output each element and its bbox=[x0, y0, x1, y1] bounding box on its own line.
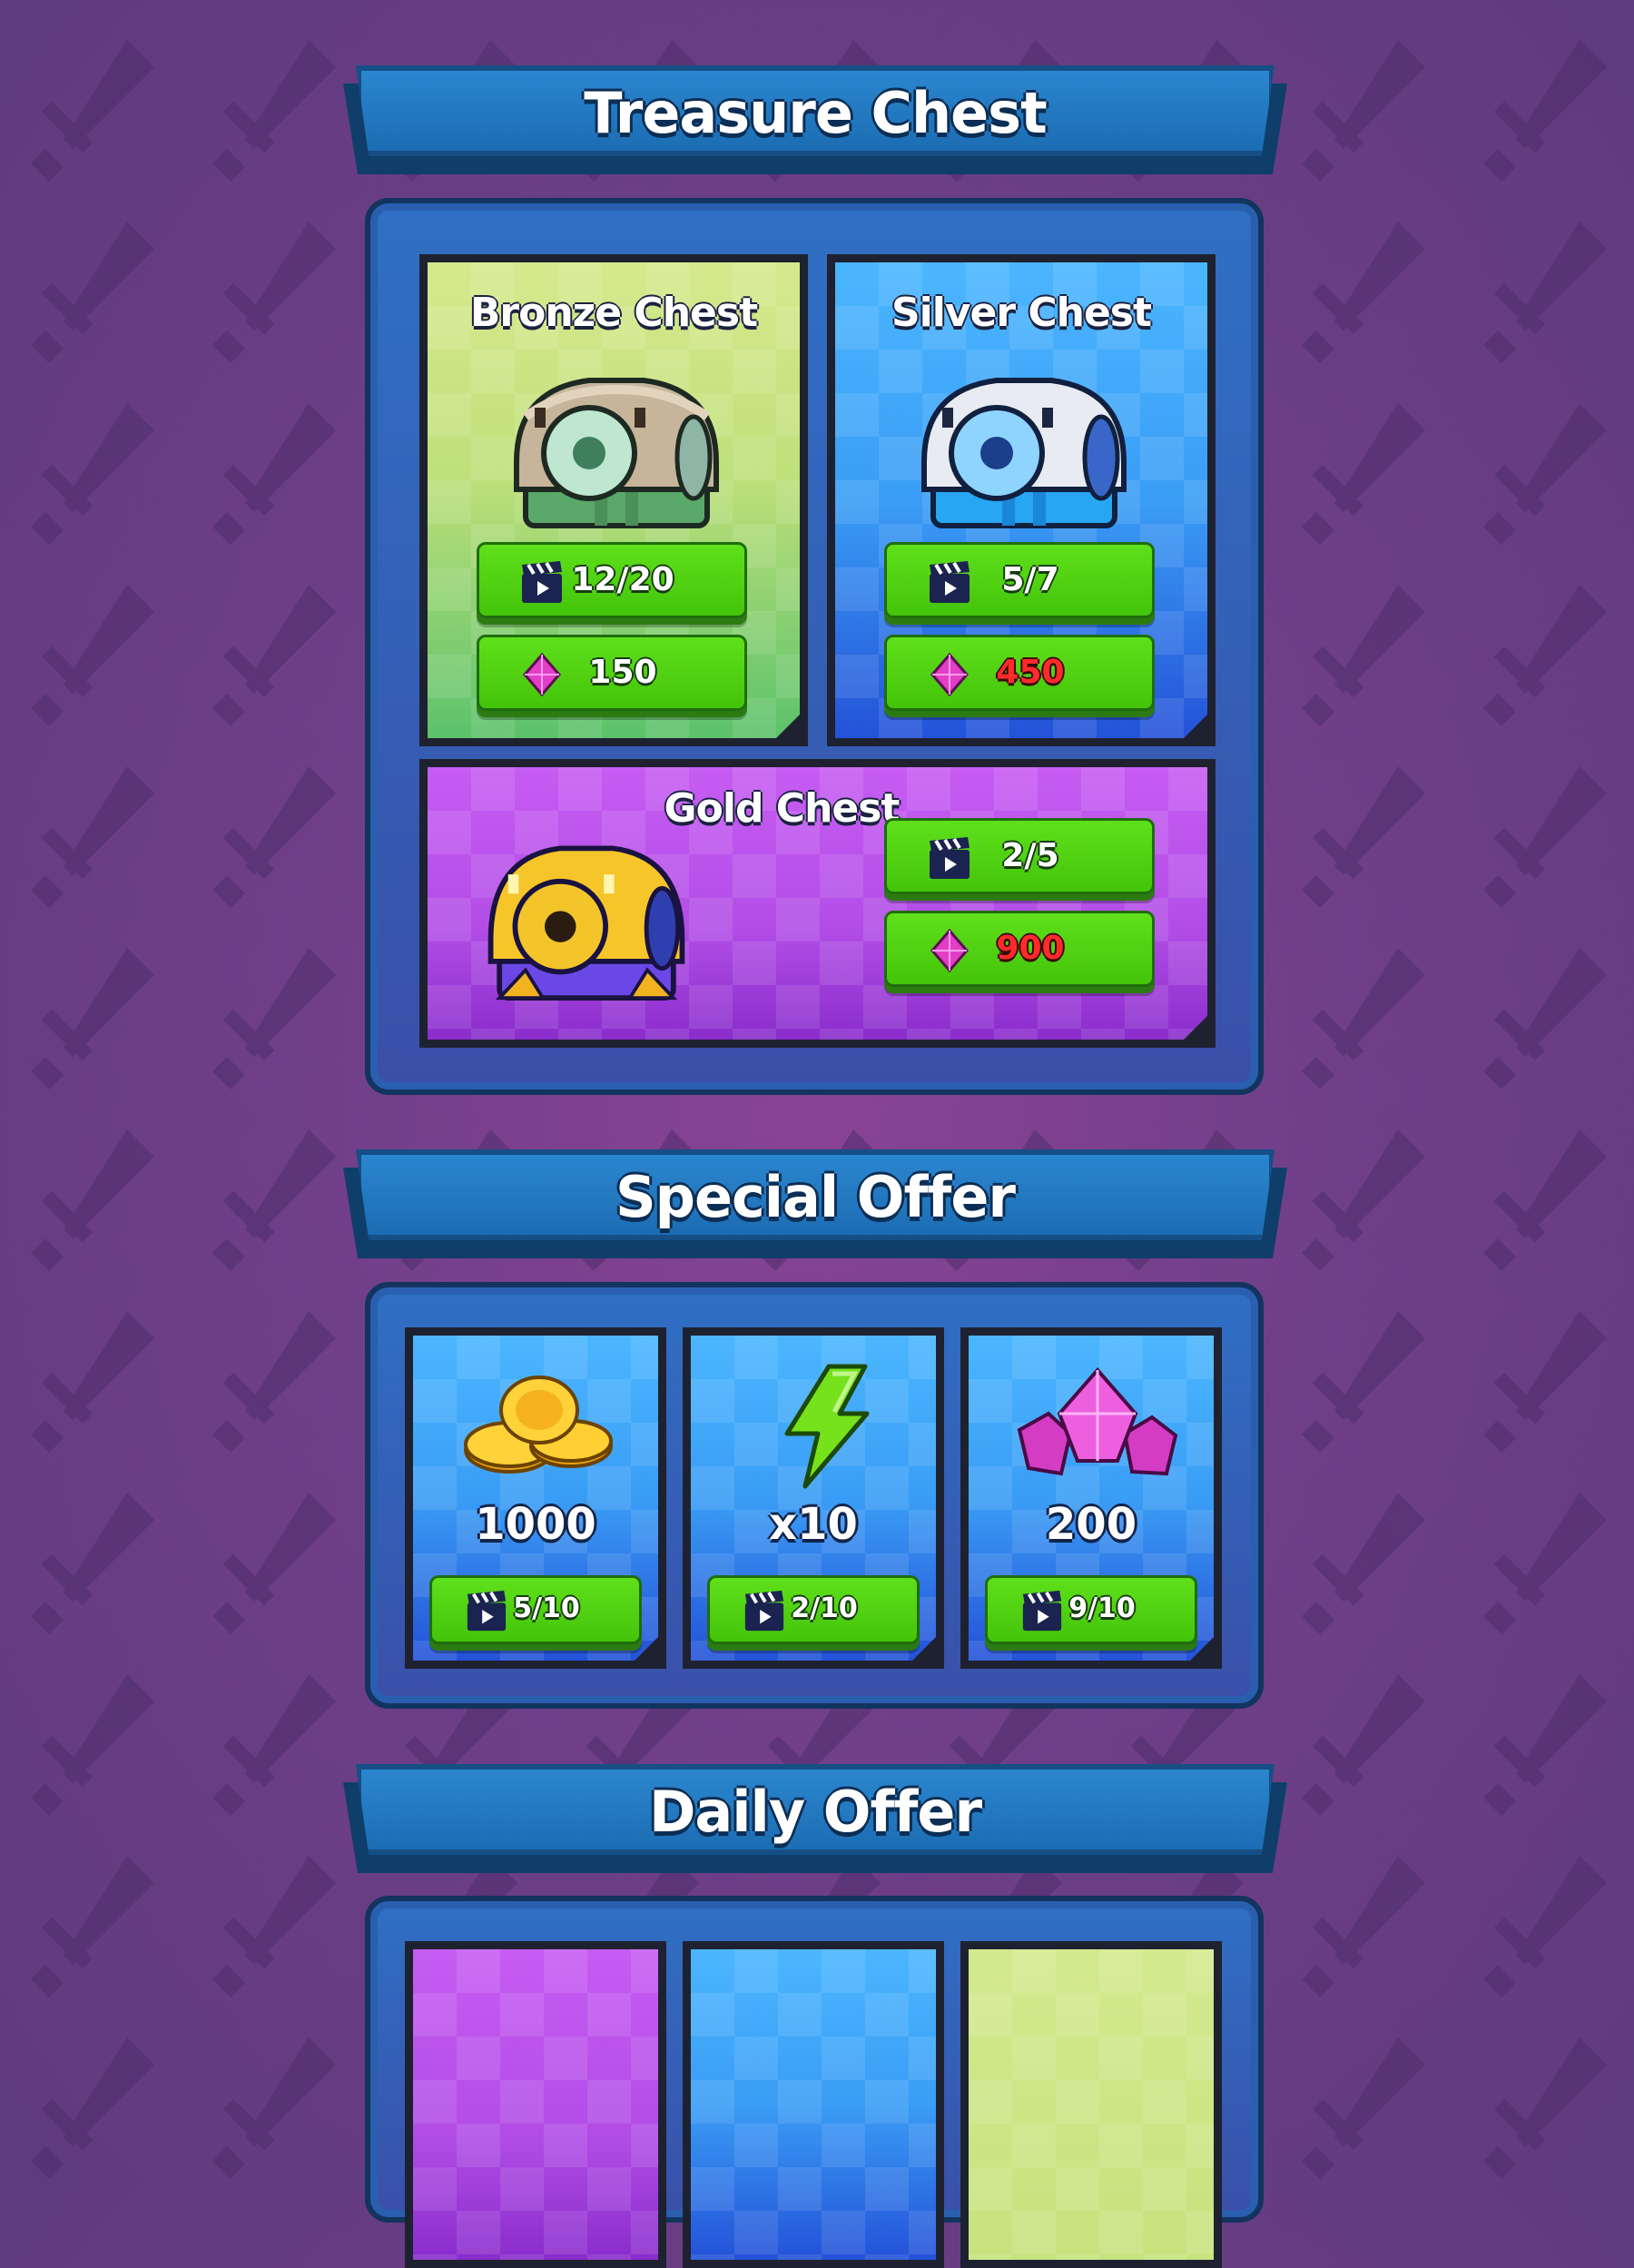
sword-icon bbox=[212, 1856, 336, 1997]
sword-icon bbox=[212, 766, 336, 908]
sword-icon bbox=[1302, 2037, 1425, 2179]
sword-icon bbox=[1302, 766, 1425, 908]
sword-icon bbox=[1483, 1856, 1607, 1997]
special-offer-banner: Special Offer bbox=[343, 1149, 1287, 1258]
treasure-chest-title: Treasure Chest bbox=[584, 80, 1047, 146]
sword-icon bbox=[212, 403, 336, 545]
gold-gem-buy-button[interactable]: 900 bbox=[884, 911, 1155, 987]
sword-icon bbox=[1483, 222, 1607, 363]
sword-icon bbox=[31, 403, 154, 545]
bronze-gem-buy-button[interactable]: 150 bbox=[477, 635, 747, 711]
sword-icon bbox=[31, 1129, 154, 1271]
sword-icon bbox=[31, 1674, 154, 1816]
sword-icon bbox=[1302, 1674, 1425, 1816]
daily-offer-card-2[interactable] bbox=[683, 1941, 944, 2268]
sword-icon bbox=[1483, 1674, 1607, 1816]
gold-ad-count: 2/5 bbox=[1001, 837, 1059, 874]
sword-icon bbox=[1483, 1311, 1607, 1453]
bronze-ad-count: 12/20 bbox=[571, 561, 674, 598]
sword-icon bbox=[31, 1856, 154, 1997]
daily-offer-card-3[interactable] bbox=[960, 1941, 1222, 2268]
special-offer-card-energy[interactable]: x10 2/10 bbox=[683, 1327, 944, 1669]
bronze-chest-icon bbox=[514, 378, 719, 528]
sword-icon bbox=[1302, 403, 1425, 545]
sword-icon bbox=[31, 40, 154, 182]
sword-icon bbox=[1483, 948, 1607, 1090]
gold-chest-card[interactable]: Gold Chest 2/5 900 bbox=[419, 759, 1216, 1048]
coins-ad-count: 5/10 bbox=[513, 1593, 580, 1624]
sword-icon bbox=[1302, 585, 1425, 726]
sword-icon bbox=[31, 2037, 154, 2179]
energy-amount: x10 bbox=[769, 1499, 858, 1550]
sword-icon bbox=[31, 766, 154, 908]
silver-gem-price: 450 bbox=[996, 654, 1065, 691]
sword-icon bbox=[1483, 40, 1607, 182]
energy-watch-ad-button[interactable]: 2/10 bbox=[707, 1575, 920, 1644]
sword-icon bbox=[1302, 1129, 1425, 1271]
gold-gem-price: 900 bbox=[996, 930, 1065, 967]
sword-icon bbox=[1483, 585, 1607, 726]
sword-icon bbox=[212, 40, 336, 182]
gems-ad-count: 9/10 bbox=[1068, 1593, 1136, 1624]
gems-icon bbox=[1017, 1366, 1178, 1476]
coins-watch-ad-button[interactable]: 5/10 bbox=[429, 1575, 642, 1644]
gold-watch-ad-button[interactable]: 2/5 bbox=[884, 818, 1155, 894]
sword-icon bbox=[1302, 1311, 1425, 1453]
daily-offer-panel bbox=[365, 1896, 1264, 2268]
lightning-icon bbox=[784, 1364, 870, 1489]
sword-icon bbox=[212, 2037, 336, 2179]
sword-icon bbox=[1302, 948, 1425, 1090]
special-offer-title: Special Offer bbox=[615, 1164, 1016, 1230]
treasure-chest-panel: Bronze Chest 12/20 150 Silver Chest 5/7 … bbox=[365, 198, 1264, 1095]
sword-icon bbox=[212, 585, 336, 726]
silver-chest-title: Silver Chest bbox=[891, 290, 1152, 336]
sword-icon bbox=[1483, 1129, 1607, 1271]
gold-chest-icon bbox=[487, 845, 685, 1001]
sword-icon bbox=[31, 1311, 154, 1453]
sword-icon bbox=[212, 948, 336, 1090]
special-offer-card-coins[interactable]: 1000 5/10 bbox=[405, 1327, 666, 1669]
gems-amount: 200 bbox=[1045, 1499, 1137, 1550]
silver-ad-count: 5/7 bbox=[1001, 561, 1059, 598]
daily-offer-card-1[interactable] bbox=[405, 1941, 666, 2268]
special-offer-card-gems[interactable]: 200 9/10 bbox=[960, 1327, 1222, 1669]
bronze-chest-card[interactable]: Bronze Chest 12/20 150 bbox=[419, 254, 808, 746]
sword-icon bbox=[1302, 1856, 1425, 1997]
silver-chest-icon bbox=[921, 378, 1127, 528]
energy-ad-count: 2/10 bbox=[791, 1593, 858, 1624]
sword-icon bbox=[1302, 1493, 1425, 1634]
sword-icon bbox=[212, 1674, 336, 1816]
bronze-gem-price: 150 bbox=[588, 654, 657, 691]
sword-icon bbox=[1483, 766, 1607, 908]
bronze-chest-title: Bronze Chest bbox=[469, 290, 758, 336]
sword-icon bbox=[31, 1493, 154, 1634]
sword-icon bbox=[212, 1129, 336, 1271]
treasure-chest-banner: Treasure Chest bbox=[343, 65, 1287, 174]
coins-icon bbox=[464, 1376, 613, 1474]
sword-icon bbox=[31, 222, 154, 363]
daily-offer-title: Daily Offer bbox=[648, 1779, 982, 1845]
silver-gem-buy-button[interactable]: 450 bbox=[884, 635, 1155, 711]
coins-amount: 1000 bbox=[475, 1499, 596, 1550]
bronze-watch-ad-button[interactable]: 12/20 bbox=[477, 542, 747, 618]
sword-icon bbox=[1483, 403, 1607, 545]
sword-icon bbox=[1302, 40, 1425, 182]
special-offer-panel: 1000 5/10 x10 2/10 200 9/10 bbox=[365, 1282, 1264, 1709]
sword-icon bbox=[1483, 1493, 1607, 1634]
sword-icon bbox=[1483, 2037, 1607, 2179]
sword-icon bbox=[31, 948, 154, 1090]
sword-icon bbox=[31, 585, 154, 726]
sword-icon bbox=[1302, 222, 1425, 363]
daily-offer-banner: Daily Offer bbox=[343, 1764, 1287, 1873]
silver-watch-ad-button[interactable]: 5/7 bbox=[884, 542, 1155, 618]
sword-icon bbox=[212, 222, 336, 363]
gems-watch-ad-button[interactable]: 9/10 bbox=[985, 1575, 1197, 1644]
sword-icon bbox=[212, 1493, 336, 1634]
silver-chest-card[interactable]: Silver Chest 5/7 450 bbox=[827, 254, 1216, 746]
sword-icon bbox=[212, 1311, 336, 1453]
